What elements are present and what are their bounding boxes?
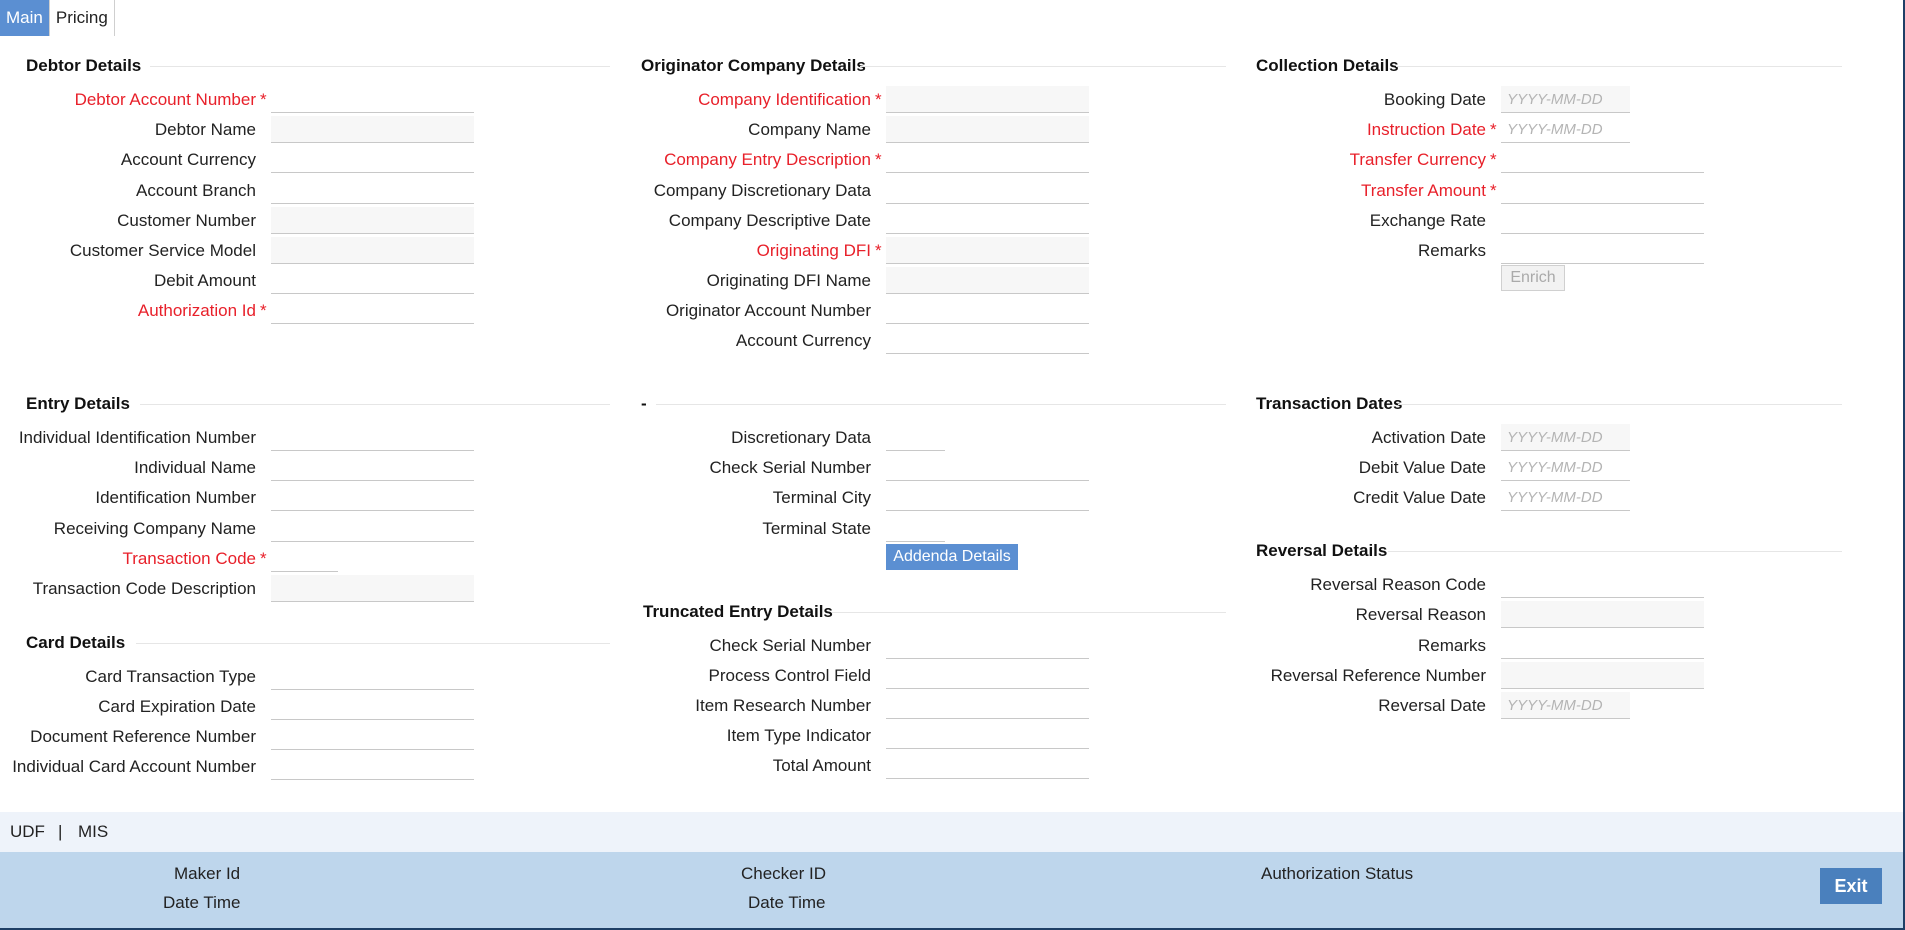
transfer-amount-label: Transfer Amount <box>1360 181 1486 200</box>
item-type-indicator-field[interactable] <box>886 722 1089 749</box>
originating-dfi-name-field[interactable] <box>886 267 1089 294</box>
udf-link[interactable]: UDF <box>10 822 45 842</box>
total-amount-field[interactable] <box>886 752 1089 779</box>
booking-date-field[interactable] <box>1501 86 1630 113</box>
section-rule <box>140 404 610 405</box>
item-type-indicator-row: Item Type Indicator <box>0 722 1100 750</box>
transaction-code-label: Transaction Code <box>122 549 256 568</box>
reversal-reference-number-field[interactable] <box>1501 662 1704 689</box>
transfer-amount-field[interactable] <box>1501 177 1704 204</box>
reversal-date-field[interactable] <box>1501 692 1630 719</box>
exchange-rate-row: Exchange Rate <box>0 207 1800 235</box>
activation-date-field[interactable] <box>1501 424 1630 451</box>
reversal-date-row: Reversal Date <box>0 692 1800 720</box>
audit-footer: Maker Id Date Time Checker ID Date Time … <box>0 852 1903 928</box>
credit-value-date-row: Credit Value Date <box>0 484 1800 512</box>
exit-button[interactable]: Exit <box>1820 868 1882 904</box>
originator-account-currency-field[interactable] <box>886 327 1089 354</box>
section-title-reversal-details: Reversal Details <box>1256 541 1388 560</box>
total-amount-row: Total Amount <box>0 752 1100 780</box>
required-marker: * <box>260 549 267 568</box>
reversal-reason-code-row: Reversal Reason Code <box>0 571 1800 599</box>
section-title-debtor-details: Debtor Details <box>26 56 142 75</box>
section-title-transaction-dates: Transaction Dates <box>1256 394 1403 413</box>
debit-value-date-row: Debit Value Date <box>0 454 1800 482</box>
total-amount-label: Total Amount <box>772 756 871 775</box>
maker-id-label: Maker Id <box>174 864 241 883</box>
terminal-state-label: Terminal State <box>762 519 871 538</box>
checker-id-label: Checker ID <box>741 864 827 883</box>
booking-date-row: Booking Date <box>0 86 1800 114</box>
section-rule <box>150 66 610 67</box>
reversal-reason-field[interactable] <box>1501 601 1704 628</box>
section-title-entry-details: Entry Details <box>26 394 130 413</box>
checker-date-time-label: Date Time <box>748 893 826 912</box>
reversal-reason-code-field[interactable] <box>1501 571 1704 598</box>
activation-date-label: Activation Date <box>1371 428 1486 447</box>
addenda-details-button[interactable]: Addenda Details <box>886 544 1018 570</box>
required-marker: * <box>1490 181 1497 200</box>
reversal-reason-label: Reversal Reason <box>1355 605 1486 624</box>
reversal-remarks-field[interactable] <box>1501 632 1704 659</box>
reversal-date-label: Reversal Date <box>1378 696 1486 715</box>
required-marker: * <box>1490 120 1497 139</box>
tab-bar: Main Pricing <box>0 0 115 36</box>
credit-value-date-label: Credit Value Date <box>1353 488 1486 507</box>
transfer-amount-row: Transfer Amount * <box>0 177 1800 205</box>
tab-pricing[interactable]: Pricing <box>49 0 115 36</box>
section-title-collection-details: Collection Details <box>1256 56 1399 75</box>
item-type-indicator-label: Item Type Indicator <box>726 726 871 745</box>
exchange-rate-label: Exchange Rate <box>1369 211 1486 230</box>
section-title-dash: - <box>641 394 647 413</box>
transaction-code-row: Transaction Code * <box>0 545 480 573</box>
required-marker: * <box>1490 150 1497 169</box>
mis-link[interactable]: MIS <box>78 822 108 842</box>
exchange-rate-field[interactable] <box>1501 207 1704 234</box>
originator-account-number-label: Originator Account Number <box>665 301 871 320</box>
section-rule <box>1398 404 1842 405</box>
reversal-remarks-label: Remarks <box>1417 636 1486 655</box>
udf-mis-bar: UDF | MIS <box>0 812 1903 852</box>
reversal-reason-row: Reversal Reason <box>0 601 1800 629</box>
collection-remarks-label: Remarks <box>1417 241 1486 260</box>
instruction-date-row: Instruction Date * <box>0 116 1800 144</box>
reversal-reference-number-row: Reversal Reference Number <box>0 662 1800 690</box>
reversal-reason-code-label: Reversal Reason Code <box>1310 575 1486 594</box>
reversal-reference-number-label: Reversal Reference Number <box>1270 666 1486 685</box>
section-rule <box>860 66 1226 67</box>
terminal-state-field[interactable] <box>886 515 945 542</box>
section-rule <box>656 404 1226 405</box>
section-title-originator-company-details: Originator Company Details <box>641 56 866 75</box>
section-rule <box>1396 66 1842 67</box>
debit-value-date-field[interactable] <box>1501 454 1630 481</box>
booking-date-label: Booking Date <box>1383 90 1486 109</box>
instruction-date-field[interactable] <box>1501 116 1630 143</box>
credit-value-date-field[interactable] <box>1501 484 1630 511</box>
collection-remarks-field[interactable] <box>1501 237 1704 264</box>
debit-value-date-label: Debit Value Date <box>1358 458 1486 477</box>
originating-dfi-name-label: Originating DFI Name <box>706 271 871 290</box>
reversal-remarks-row: Remarks <box>0 632 1800 660</box>
activation-date-row: Activation Date <box>0 424 1800 452</box>
transfer-currency-label: Transfer Currency <box>1349 150 1486 169</box>
instruction-date-label: Instruction Date <box>1366 120 1486 139</box>
authorization-status-label: Authorization Status <box>1261 864 1414 883</box>
originator-account-currency-row: Account Currency <box>0 327 1100 355</box>
originator-account-number-field[interactable] <box>886 297 1089 324</box>
collection-remarks-row: Remarks <box>0 237 1800 265</box>
transfer-currency-field[interactable] <box>1501 146 1704 173</box>
enrich-button[interactable]: Enrich <box>1501 265 1565 291</box>
originator-account-currency-label: Account Currency <box>735 331 871 350</box>
link-separator: | <box>58 822 63 841</box>
terminal-state-row: Terminal State <box>0 515 1100 543</box>
originating-dfi-name-row: Originating DFI Name <box>0 267 1100 295</box>
transaction-code-field[interactable] <box>271 545 338 572</box>
transfer-currency-row: Transfer Currency * <box>0 146 1800 174</box>
section-rule <box>1388 551 1842 552</box>
tab-main[interactable]: Main <box>0 0 50 36</box>
originator-account-number-row: Originator Account Number <box>0 297 1100 325</box>
maker-date-time-label: Date Time <box>163 893 241 912</box>
